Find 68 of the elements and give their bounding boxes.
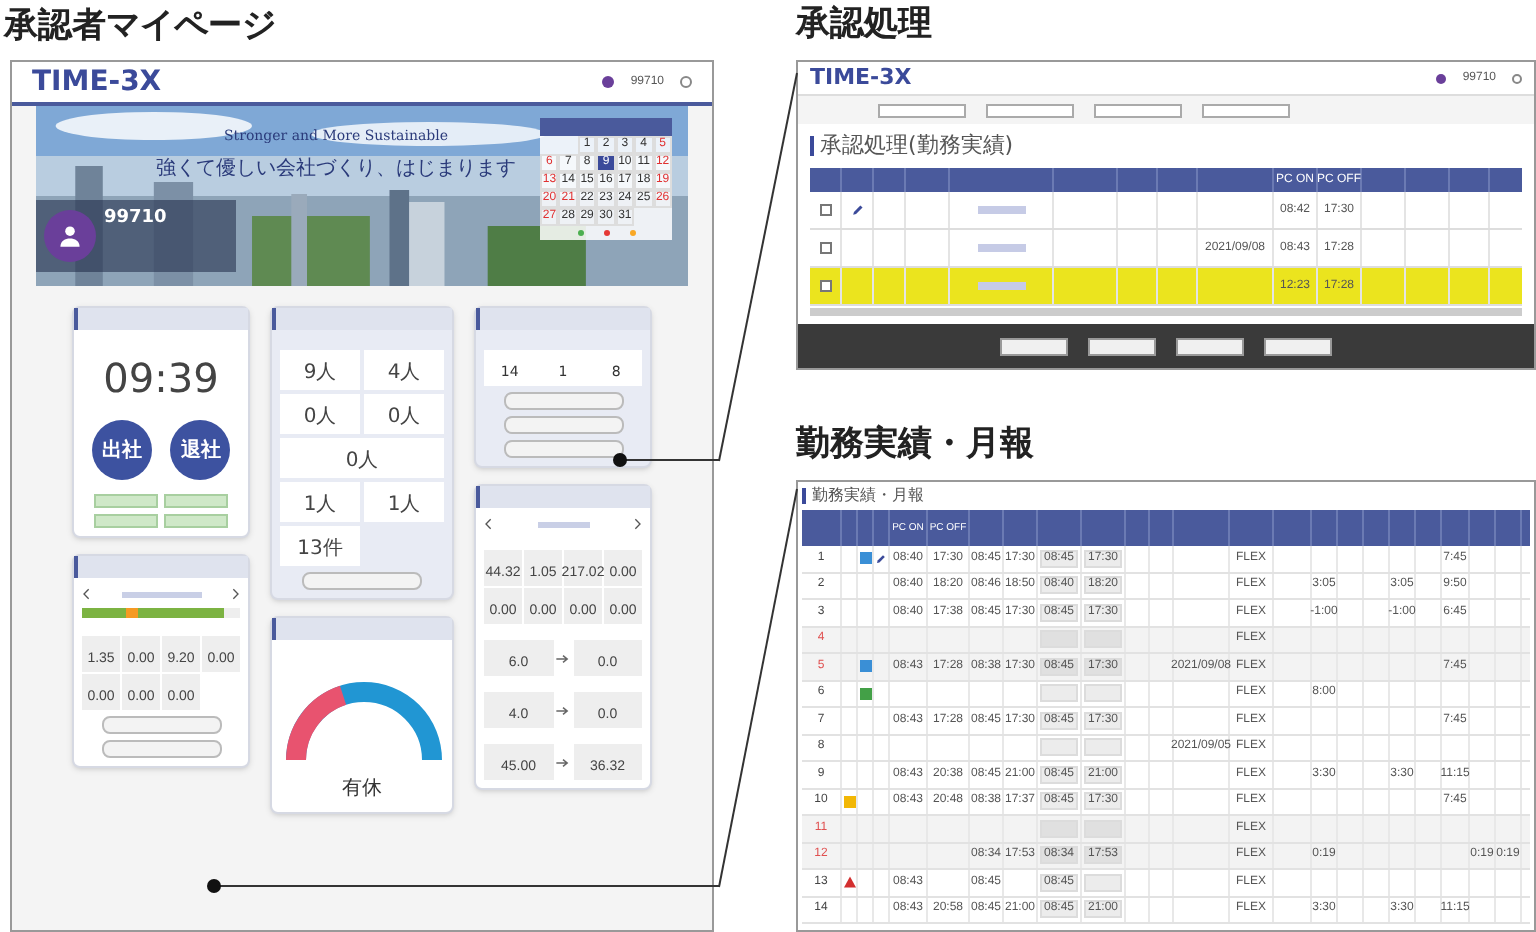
settings-icon[interactable] [1512, 73, 1522, 83]
time-field[interactable] [1040, 684, 1078, 703]
banner-slogan: 強くて優しい会社づくり、はじまります [156, 155, 516, 183]
count-value: 0人 [387, 404, 421, 432]
section-heading: 承認者マイページ [1, 4, 278, 50]
action-button[interactable] [302, 572, 422, 590]
time-field[interactable] [1084, 873, 1122, 892]
count-value: 13件 [297, 536, 343, 564]
calendar-header [540, 118, 672, 136]
footer-button[interactable] [1000, 337, 1068, 355]
gauge-label: 有休 [340, 776, 384, 804]
chevron-right-icon[interactable] [634, 518, 642, 530]
arrow-icon [555, 757, 569, 767]
page-title: 勤務実績・月報 [812, 484, 924, 508]
count-value: 9人 [303, 360, 337, 388]
punch-button[interactable]: 出社 [91, 420, 152, 480]
action-button[interactable] [503, 416, 623, 434]
profile-id: 99710 [104, 206, 167, 232]
filter-select[interactable] [986, 103, 1074, 117]
arrow-icon [555, 653, 569, 663]
page-title: 承認処理(勤務実績) [820, 129, 1014, 162]
date-placeholder [121, 591, 201, 597]
count-value: 1人 [303, 492, 337, 520]
count-value: 0人 [345, 448, 379, 476]
action-button[interactable] [101, 740, 221, 758]
shortcut-button[interactable] [164, 494, 228, 508]
redacted-name [977, 244, 1025, 252]
section-heading: 承認処理 [796, 2, 934, 48]
row-checkbox[interactable] [819, 204, 831, 216]
time-field[interactable] [1040, 738, 1078, 757]
chevron-right-icon[interactable] [232, 588, 240, 600]
filter-select[interactable] [1094, 103, 1182, 117]
time-field[interactable] [1084, 738, 1122, 757]
time-field[interactable] [1084, 684, 1122, 703]
chevron-left-icon[interactable] [484, 518, 492, 530]
user-icon [1436, 73, 1447, 83]
shortcut-button[interactable] [164, 514, 228, 528]
arrow-icon [555, 705, 569, 715]
action-button[interactable] [503, 440, 623, 458]
redacted-name [977, 282, 1025, 290]
clock-time: 09:39 [101, 358, 221, 398]
row-checkbox[interactable] [819, 280, 831, 292]
count-value: 0人 [303, 404, 337, 432]
filter-select[interactable] [878, 103, 966, 117]
settings-icon[interactable] [680, 76, 692, 88]
break-segment [126, 608, 139, 618]
action-button[interactable] [101, 716, 221, 734]
count-value: 4人 [387, 360, 421, 388]
logo: TIME-3X [810, 62, 912, 94]
shortcut-button[interactable] [94, 514, 158, 528]
shortcut-button[interactable] [94, 494, 158, 508]
title-accent [810, 136, 814, 156]
row-checkbox[interactable] [819, 242, 831, 254]
footer-button[interactable] [1088, 337, 1156, 355]
footer-button[interactable] [1176, 337, 1244, 355]
chevron-left-icon[interactable] [82, 588, 90, 600]
footer-button[interactable] [1264, 337, 1332, 355]
filter-select[interactable] [1202, 103, 1290, 117]
action-button[interactable] [503, 392, 623, 410]
scrollbar[interactable] [810, 308, 1522, 316]
section-heading: 勤務実績・月報 [796, 422, 1036, 468]
count-value: 1人 [387, 492, 421, 520]
title-accent [802, 488, 806, 504]
redacted-name [977, 206, 1025, 214]
logo: TIME-3X [32, 63, 162, 101]
punch-button[interactable]: 退社 [170, 420, 231, 480]
month-placeholder [537, 521, 589, 527]
user-icon [602, 76, 615, 88]
